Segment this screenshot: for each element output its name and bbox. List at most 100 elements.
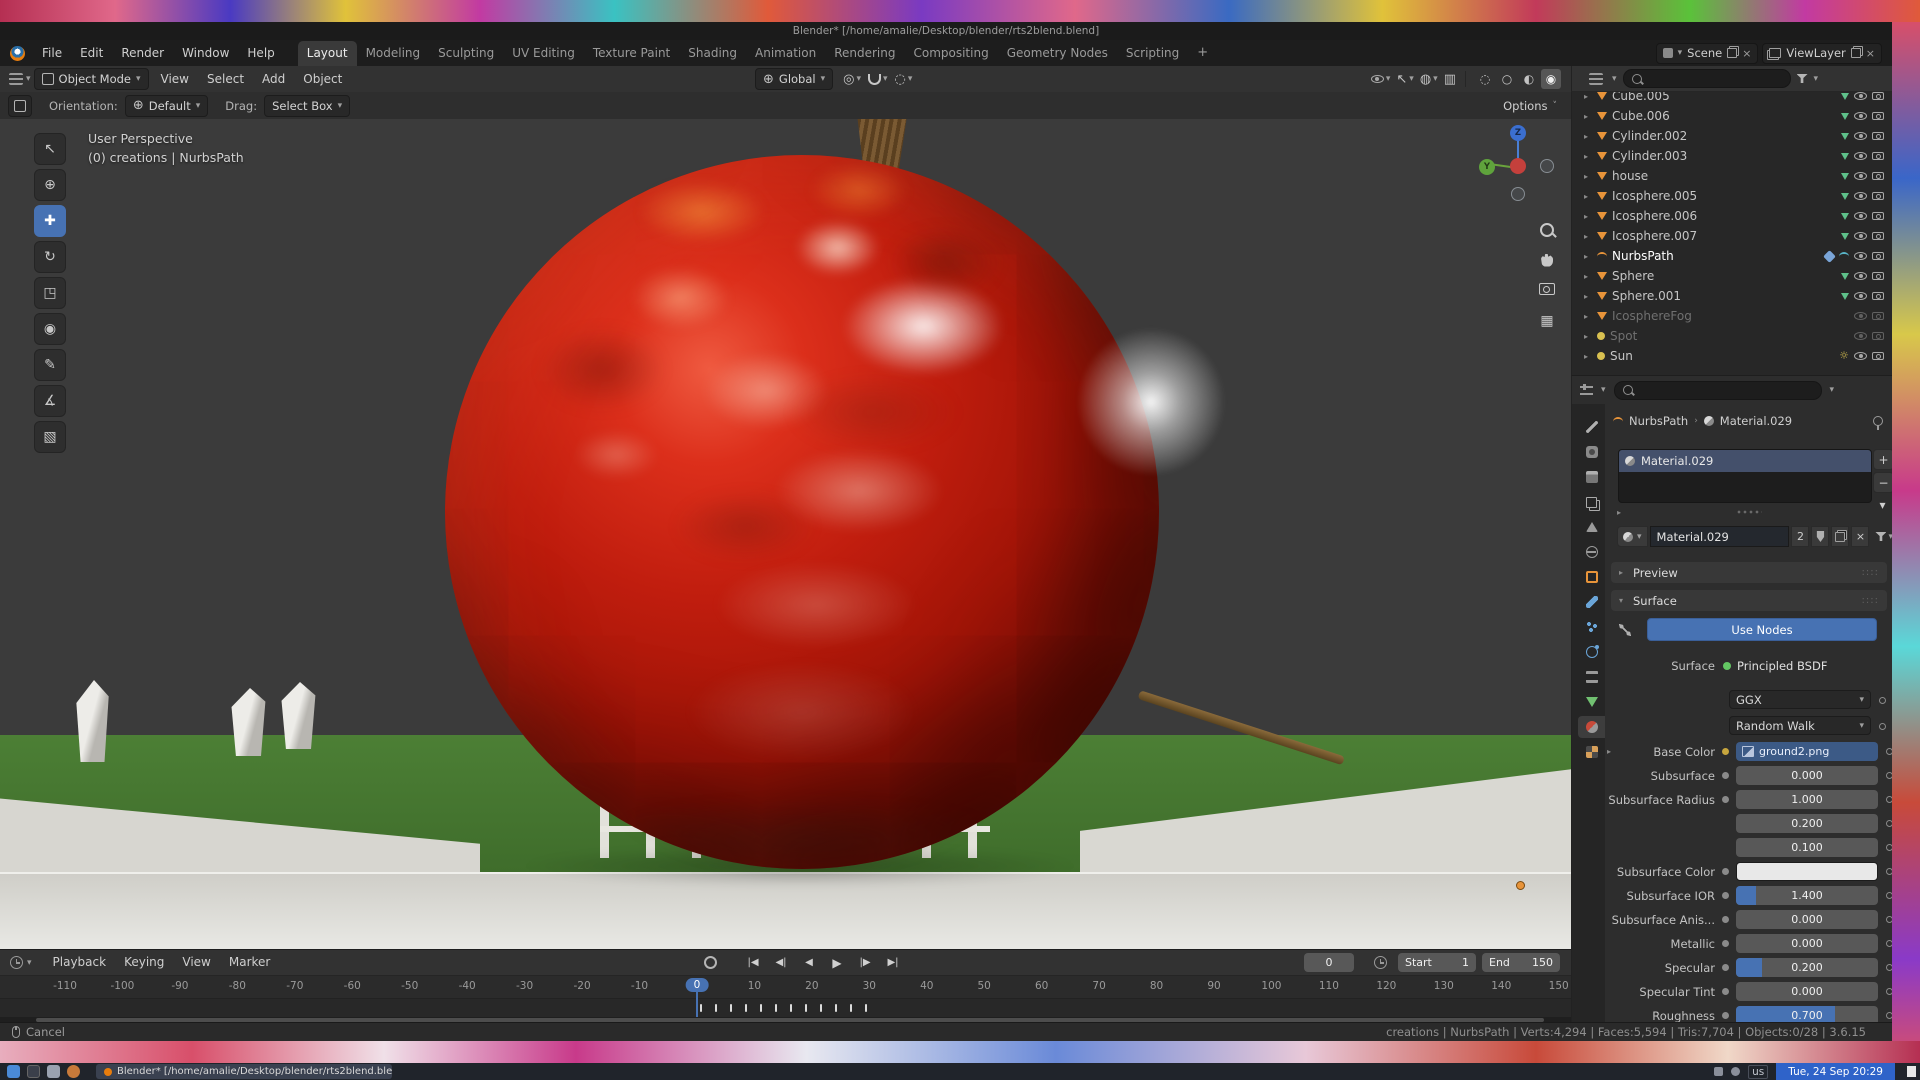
timeline-track[interactable] xyxy=(0,998,1571,1017)
outliner-row-icosphere-007[interactable]: ▸Icosphere.007 xyxy=(1572,226,1892,246)
tool-transform-button[interactable]: ◉ xyxy=(34,313,66,345)
decorator-dot[interactable] xyxy=(1886,868,1892,875)
add-workspace-button[interactable]: + xyxy=(1188,41,1217,65)
filter-chevron-icon[interactable]: ▾ xyxy=(1814,74,1819,84)
disable-in-render-icon[interactable] xyxy=(1872,172,1884,180)
decorator-dot[interactable] xyxy=(1886,772,1892,779)
decorator-dot[interactable] xyxy=(1879,723,1886,730)
properties-tab-physics[interactable] xyxy=(1578,641,1605,663)
viewport-menu-view[interactable]: View xyxy=(152,67,198,92)
jump-to-next-keyframe-button[interactable]: |▶ xyxy=(852,953,878,972)
tool-annotate-button[interactable]: ✎ xyxy=(34,349,66,381)
field-slider-value[interactable]: 0.200 xyxy=(1736,814,1878,833)
hide-in-viewport-icon[interactable] xyxy=(1854,172,1867,180)
outliner-editor-type-icon[interactable] xyxy=(1589,73,1603,85)
pin-icon[interactable] xyxy=(1873,416,1883,426)
play-reverse-button[interactable]: ◀ xyxy=(796,953,822,972)
disable-in-render-icon[interactable] xyxy=(1872,132,1884,140)
keyframe-tick[interactable] xyxy=(745,1004,747,1012)
hide-in-viewport-icon[interactable] xyxy=(1854,212,1867,220)
tool-measure-button[interactable]: ∡ xyxy=(34,385,66,417)
hide-in-viewport-icon[interactable] xyxy=(1854,272,1867,280)
disclosure-triangle-icon[interactable]: ▸ xyxy=(1584,112,1592,121)
tool-scale-button[interactable]: ◳ xyxy=(34,277,66,309)
workspace-tab-modeling[interactable]: Modeling xyxy=(357,41,430,66)
transform-orientation-dropdown[interactable]: ⊕ Global ▾ xyxy=(755,68,833,90)
disclosure-triangle-icon[interactable]: ▸ xyxy=(1584,292,1592,301)
taskbar-app-terminal-icon[interactable] xyxy=(27,1065,40,1078)
disclosure-triangle-icon[interactable]: ▸ xyxy=(1584,252,1592,261)
timeline-menu-keying[interactable]: Keying xyxy=(115,950,173,975)
properties-editor-type-icon[interactable] xyxy=(1580,384,1593,397)
drag-setting-dropdown[interactable]: Select Box ▾ xyxy=(264,95,350,117)
mode-dropdown[interactable]: Object Mode ▾ xyxy=(34,68,149,90)
playhead-line[interactable] xyxy=(696,990,698,1017)
jump-to-previous-keyframe-button[interactable]: ◀| xyxy=(768,953,794,972)
keyframe-tick[interactable] xyxy=(790,1004,792,1012)
tray-icon[interactable] xyxy=(1714,1067,1723,1076)
disclosure-triangle-icon[interactable]: ▸ xyxy=(1584,92,1592,101)
outliner-search-input[interactable] xyxy=(1623,69,1791,88)
workspace-tab-texture-paint[interactable]: Texture Paint xyxy=(584,41,679,66)
decorator-dot[interactable] xyxy=(1886,940,1892,947)
options-dropdown[interactable]: Options ˅ xyxy=(1503,99,1557,113)
workspace-tab-geometry-nodes[interactable]: Geometry Nodes xyxy=(998,41,1117,66)
material-slot-item[interactable]: Material.029 xyxy=(1619,450,1871,472)
outliner-row-cylinder-002[interactable]: ▸Cylinder.002 xyxy=(1572,126,1892,146)
active-tool-icon[interactable] xyxy=(8,95,32,117)
outliner-row-spot[interactable]: ▸Spot xyxy=(1572,326,1892,346)
keyframe-tick[interactable] xyxy=(700,1004,702,1012)
3d-viewport[interactable]: User Perspective (0) creations | NurbsPa… xyxy=(0,119,1571,949)
outliner-row-sphere[interactable]: ▸Sphere xyxy=(1572,266,1892,286)
material-slot-list[interactable]: Material.029 xyxy=(1618,449,1872,503)
play-button[interactable]: ▶ xyxy=(824,953,850,972)
users-count-button[interactable]: 2 xyxy=(1791,526,1809,547)
field-slider-specular-tint[interactable]: 0.000 xyxy=(1736,982,1878,1001)
field-slider-subsurface-ior[interactable]: 1.400 xyxy=(1736,886,1878,905)
viewlayer-selector[interactable]: ViewLayer × xyxy=(1762,43,1882,64)
properties-tab-modifiers[interactable] xyxy=(1578,591,1605,613)
keyframe-tick[interactable] xyxy=(730,1004,732,1012)
disable-in-render-icon[interactable] xyxy=(1872,112,1884,120)
timeline-menu-marker[interactable]: Marker xyxy=(220,950,279,975)
decorator-dot[interactable] xyxy=(1886,892,1892,899)
keyframe-tick[interactable] xyxy=(760,1004,762,1012)
timeline-ruler[interactable]: -110-100-90-80-70-60-50-40-30-20-1001020… xyxy=(0,976,1571,998)
snap-magnet-icon[interactable]: ▾ xyxy=(868,74,888,85)
distribution-dropdown[interactable]: GGX ▾ xyxy=(1729,690,1871,709)
jump-to-start-button[interactable]: |◀ xyxy=(740,953,766,972)
workspace-tab-rendering[interactable]: Rendering xyxy=(825,41,904,66)
workspace-tab-layout[interactable]: Layout xyxy=(298,41,357,66)
hide-in-viewport-icon[interactable] xyxy=(1854,132,1867,140)
editor-type-chevron-icon[interactable]: ▾ xyxy=(1612,74,1617,84)
editor-type-chevron-icon[interactable]: ▾ xyxy=(1601,385,1606,395)
workspace-tab-sculpting[interactable]: Sculpting xyxy=(429,41,503,66)
workspace-tab-shading[interactable]: Shading xyxy=(679,41,746,66)
panel-drag-dots[interactable]: :::: xyxy=(1862,567,1879,578)
menu-file[interactable]: File xyxy=(33,41,71,66)
workspace-tab-animation[interactable]: Animation xyxy=(746,41,825,66)
frame-start-field[interactable]: Start 1 xyxy=(1398,953,1476,972)
material-specials-button[interactable]: ▾ xyxy=(1875,532,1892,542)
pan-hand-icon[interactable] xyxy=(1536,249,1558,271)
browse-material-button[interactable]: ▾ xyxy=(1617,526,1648,547)
jump-to-end-button[interactable]: ▶| xyxy=(880,953,906,972)
properties-tab-world[interactable] xyxy=(1578,541,1605,563)
disable-in-render-icon[interactable] xyxy=(1872,272,1884,280)
shading-material-preview-icon[interactable]: ◐ xyxy=(1519,69,1539,89)
panel-drag-dots[interactable]: :::: xyxy=(1862,595,1879,606)
shading-rendered-icon[interactable]: ◉ xyxy=(1541,69,1561,89)
taskbar-window-button[interactable]: Blender* [/home/amalie/Desktop/blender/r… xyxy=(96,1064,392,1079)
keyframe-tick[interactable] xyxy=(715,1004,717,1012)
field-slider-subsurface-anis-[interactable]: 0.000 xyxy=(1736,910,1878,929)
disclosure-triangle-icon[interactable]: ▸ xyxy=(1584,272,1592,281)
disable-in-render-icon[interactable] xyxy=(1872,332,1884,340)
decorator-dot[interactable] xyxy=(1886,796,1892,803)
keyframe-tick[interactable] xyxy=(775,1004,777,1012)
disable-in-render-icon[interactable] xyxy=(1872,152,1884,160)
viewport-menu-add[interactable]: Add xyxy=(253,67,294,92)
blender-logo-icon[interactable] xyxy=(10,46,25,61)
disclosure-triangle-icon[interactable]: ▸ xyxy=(1584,352,1592,361)
editor-type-icon[interactable] xyxy=(9,73,23,85)
taskbar-app-text-editor-icon[interactable] xyxy=(47,1065,60,1078)
